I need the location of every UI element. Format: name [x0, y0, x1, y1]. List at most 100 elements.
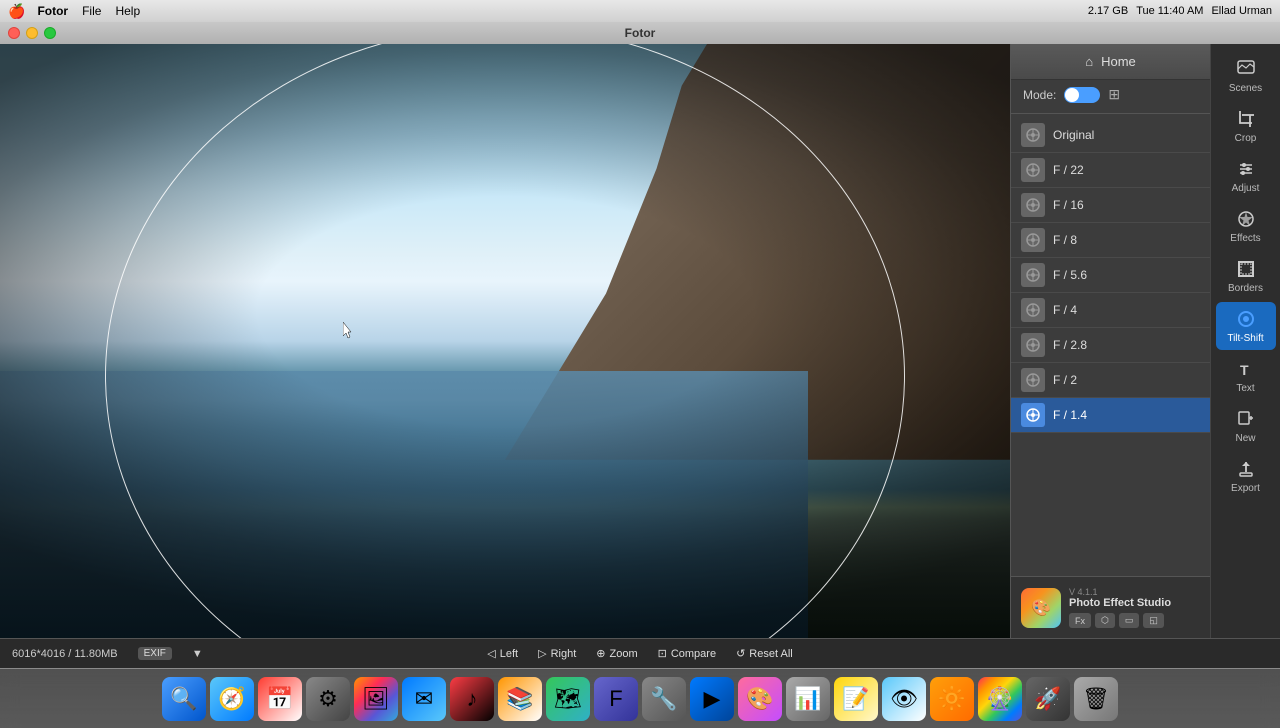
window-title: Fotor — [625, 26, 656, 40]
ad-buttons: Fx ⬡ ▭ ◱ — [1069, 613, 1171, 628]
mode-grid-icon[interactable]: ⊞ — [1108, 86, 1120, 103]
filter-name-original: Original — [1053, 128, 1094, 142]
dock-item-video[interactable]: ▶ — [690, 677, 734, 721]
tool-scenes[interactable]: Scenes — [1216, 52, 1276, 100]
tool-icon-adjust — [1235, 158, 1257, 180]
filter-item-f22[interactable]: F / 22 — [1011, 153, 1210, 188]
dock-item-preview[interactable]: 👁 — [882, 677, 926, 721]
dock-item-activity[interactable]: 📊 — [786, 677, 830, 721]
ad-btn-corner[interactable]: ◱ — [1143, 613, 1164, 628]
dock-item-colorui[interactable]: 🎡 — [978, 677, 1022, 721]
dock-item-notes[interactable]: 📝 — [834, 677, 878, 721]
status-btn-label: Compare — [671, 648, 716, 660]
filter-icon-f56 — [1021, 263, 1045, 287]
filter-name-f28: F / 2.8 — [1053, 338, 1087, 352]
ad-btn-fx[interactable]: Fx — [1069, 613, 1091, 628]
menu-fotor[interactable]: Fotor — [37, 4, 68, 18]
home-icon: ⌂ — [1085, 54, 1093, 69]
filter-item-f56[interactable]: F / 5.6 — [1011, 258, 1210, 293]
tool-tiltshift[interactable]: Tilt-Shift — [1216, 302, 1276, 350]
status-btn-right[interactable]: ▷ Right — [538, 647, 576, 660]
exif-badge[interactable]: EXIF — [138, 647, 172, 660]
filter-icon-f4 — [1021, 298, 1045, 322]
dock-item-system[interactable]: ⚙ — [306, 677, 350, 721]
filter-icon-f16 — [1021, 193, 1045, 217]
svg-text:T: T — [1240, 362, 1249, 378]
filter-name-f22: F / 22 — [1053, 163, 1084, 177]
filter-item-original[interactable]: Original — [1011, 118, 1210, 153]
main-content: ⌂ Home Mode: ⊞ Original F / 22 — [0, 44, 1280, 638]
dock-item-fotor[interactable]: F — [594, 677, 638, 721]
status-btn-icon: ◁ — [487, 647, 495, 660]
ad-btn-rect[interactable]: ▭ — [1119, 613, 1140, 628]
dock-item-safari[interactable]: 🧭 — [210, 677, 254, 721]
ad-title: Photo Effect Studio — [1069, 597, 1171, 609]
home-button[interactable]: ⌂ Home — [1011, 44, 1210, 80]
status-btn-compare[interactable]: ⊡ Compare — [658, 647, 716, 660]
minimize-button[interactable] — [26, 27, 38, 39]
filter-item-f4[interactable]: F / 4 — [1011, 293, 1210, 328]
maximize-button[interactable] — [44, 27, 56, 39]
filter-item-f14[interactable]: F / 1.4 — [1011, 398, 1210, 433]
tool-adjust[interactable]: Adjust — [1216, 152, 1276, 200]
dock-item-photos[interactable]: 🖼 — [354, 677, 398, 721]
water-element — [0, 371, 808, 638]
tool-label-text: Text — [1236, 383, 1254, 394]
close-button[interactable] — [8, 27, 20, 39]
ad-btn-hex[interactable]: ⬡ — [1095, 613, 1115, 628]
tool-label-adjust: Adjust — [1232, 183, 1260, 194]
dock-item-prefs[interactable]: 🔧 — [642, 677, 686, 721]
tool-export[interactable]: Export — [1216, 452, 1276, 500]
status-btn-label: Left — [500, 648, 518, 660]
filter-item-f16[interactable]: F / 16 — [1011, 188, 1210, 223]
mode-toggle[interactable] — [1064, 87, 1100, 103]
dock-item-paintbrush[interactable]: 🎨 — [738, 677, 782, 721]
filter-item-f2[interactable]: F / 2 — [1011, 363, 1210, 398]
status-btn-label: Zoom — [609, 648, 637, 660]
canvas-area[interactable] — [0, 44, 1010, 638]
tool-crop[interactable]: Crop — [1216, 102, 1276, 150]
menu-file[interactable]: File — [82, 4, 101, 18]
dock-item-launchpad[interactable]: 🚀 — [1026, 677, 1070, 721]
status-actions: ◁ Left ▷ Right ⊕ Zoom ⊡ Compare ↺ Reset All — [487, 647, 792, 660]
filter-icon-f8 — [1021, 228, 1045, 252]
tool-effects[interactable]: Effects — [1216, 202, 1276, 250]
exif-dropdown-arrow[interactable]: ▼ — [192, 648, 203, 660]
filter-icon-f22 — [1021, 158, 1045, 182]
status-btn-icon: ⊡ — [658, 647, 667, 660]
apple-menu[interactable]: 🍎 — [8, 3, 25, 20]
dock-item-calendar[interactable]: 📅 — [258, 677, 302, 721]
filter-name-f56: F / 5.6 — [1053, 268, 1087, 282]
titlebar: Fotor — [0, 22, 1280, 44]
filter-name-f14: F / 1.4 — [1053, 408, 1087, 422]
tool-label-borders: Borders — [1228, 283, 1263, 294]
ad-banner: 🎨 V 4.1.1 Photo Effect Studio Fx ⬡ ▭ ◱ — [1011, 576, 1210, 638]
dock-item-trash[interactable]: 🗑 — [1074, 677, 1118, 721]
status-btn-left[interactable]: ◁ Left — [487, 647, 518, 660]
tool-icon-new — [1235, 408, 1257, 430]
dock-item-music[interactable]: ♪ — [450, 677, 494, 721]
filter-name-f16: F / 16 — [1053, 198, 1084, 212]
tool-new[interactable]: New — [1216, 402, 1276, 450]
filter-item-f28[interactable]: F / 2.8 — [1011, 328, 1210, 363]
dock-item-mail[interactable]: ✉ — [402, 677, 446, 721]
status-bar: 6016*4016 / 11.80MB EXIF ▼ ◁ Left▷ Right… — [0, 638, 1280, 668]
far-right-toolbar: Scenes Crop Adjust Effects Borders Tilt-Shift… — [1210, 44, 1280, 638]
status-btn-label: Right — [551, 648, 577, 660]
status-btn-reset all[interactable]: ↺ Reset All — [736, 647, 793, 660]
filter-item-f8[interactable]: F / 8 — [1011, 223, 1210, 258]
filter-name-f4: F / 4 — [1053, 303, 1077, 317]
photo-background — [0, 44, 1010, 638]
dock-item-maccleaner[interactable]: 🔆 — [930, 677, 974, 721]
menu-help[interactable]: Help — [115, 4, 140, 18]
status-btn-zoom[interactable]: ⊕ Zoom — [596, 647, 637, 660]
dock-item-books[interactable]: 📚 — [498, 677, 542, 721]
tool-borders[interactable]: Borders — [1216, 252, 1276, 300]
tool-label-scenes: Scenes — [1229, 83, 1262, 94]
dock-item-maps[interactable]: 🗺 — [546, 677, 590, 721]
dock-item-finder[interactable]: 🔍 — [162, 677, 206, 721]
cursor-pointer — [343, 322, 355, 340]
tool-text[interactable]: T Text — [1216, 352, 1276, 400]
tool-icon-text: T — [1235, 358, 1257, 380]
filter-name-f2: F / 2 — [1053, 373, 1077, 387]
